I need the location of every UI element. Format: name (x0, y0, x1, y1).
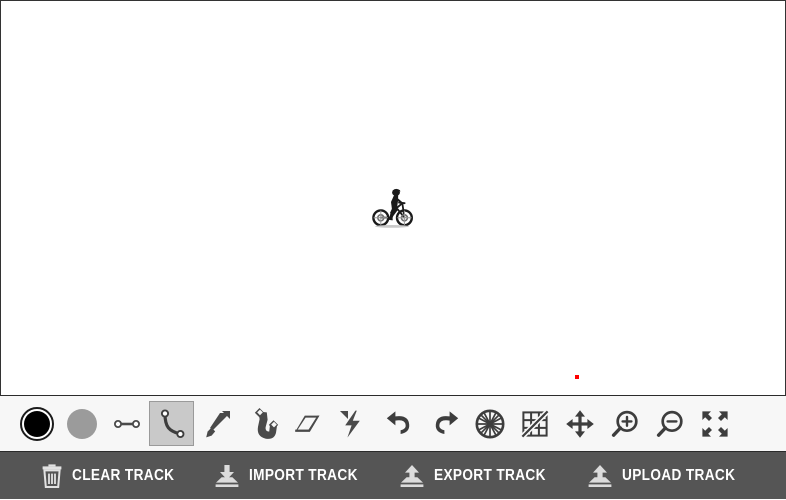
clear-track-label: CLEAR TRACK (72, 466, 175, 484)
track-editor-app: CLEAR TRACK IMPORT TRACK EXPORT TRACK UP… (0, 0, 786, 500)
tool-toolbar (0, 396, 786, 452)
lightning-icon (339, 410, 360, 438)
magnet-tool[interactable] (239, 401, 284, 446)
line-segment-icon (113, 419, 140, 428)
wheel-button[interactable] (467, 401, 512, 446)
line-color-fill-icon (23, 410, 50, 437)
zoom-in-icon (611, 410, 638, 437)
curve-tool[interactable] (149, 401, 194, 446)
clear-track-button[interactable]: CLEAR TRACK (41, 452, 188, 499)
track-canvas[interactable] (0, 0, 786, 396)
upload-tray-icon (400, 464, 424, 487)
redo-button[interactable] (422, 401, 467, 446)
zoom-out-icon (656, 410, 683, 437)
track-action-bar: CLEAR TRACK IMPORT TRACK EXPORT TRACK UP… (0, 452, 786, 499)
grid-toggle-button[interactable] (512, 401, 557, 446)
eraser-icon (294, 415, 319, 432)
magnet-icon (254, 407, 278, 439)
wheel-icon (475, 409, 504, 438)
download-tray-icon (216, 464, 239, 487)
eraser-tool[interactable] (284, 401, 329, 446)
line-color-ring-icon (19, 406, 54, 441)
undo-button[interactable] (377, 401, 422, 446)
upload-track-label: UPLOAD TRACK (622, 466, 736, 484)
undo-arrow-icon (386, 410, 409, 434)
fullscreen-icon (701, 410, 728, 437)
brush-tool[interactable] (194, 401, 239, 446)
export-track-label: EXPORT TRACK (434, 466, 546, 484)
scenery-color-swatch[interactable] (59, 401, 104, 446)
boost-tool[interactable] (329, 401, 374, 446)
zoom-out-button[interactable] (647, 401, 692, 446)
upload-tray-icon (588, 464, 612, 487)
grid-off-icon (519, 408, 550, 439)
straight-line-tool[interactable] (104, 401, 149, 446)
zoom-in-button[interactable] (602, 401, 647, 446)
import-track-button[interactable]: IMPORT TRACK (214, 452, 373, 499)
pan-tool[interactable] (557, 401, 602, 446)
curve-icon (160, 408, 184, 438)
brush-icon (205, 410, 230, 437)
start-marker-dot (575, 375, 579, 379)
rider-sprite (371, 188, 415, 228)
move-arrows-icon (565, 409, 594, 438)
redo-arrow-icon (435, 410, 458, 434)
line-color-swatch[interactable] (14, 401, 59, 446)
import-track-label: IMPORT TRACK (249, 466, 359, 484)
trash-icon (42, 463, 62, 488)
export-track-button[interactable]: EXPORT TRACK (399, 452, 561, 499)
fullscreen-button[interactable] (692, 401, 737, 446)
scenery-color-circle-icon (66, 408, 97, 439)
upload-track-button[interactable]: UPLOAD TRACK (587, 452, 751, 499)
